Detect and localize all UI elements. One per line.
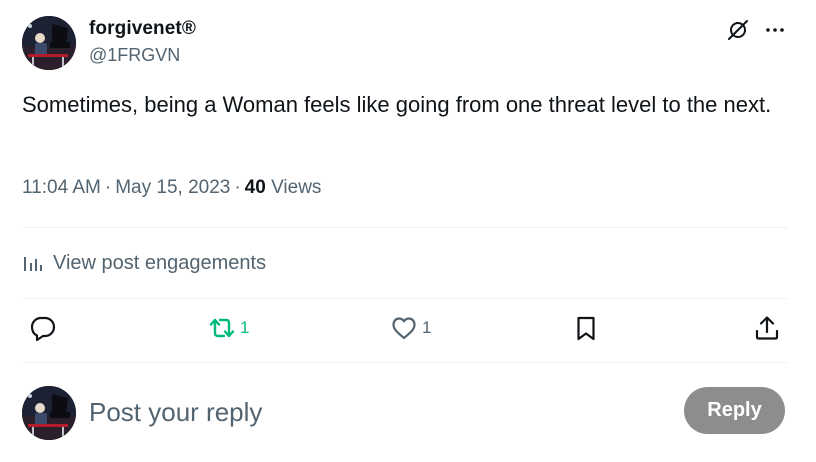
views-count: 40	[244, 177, 266, 198]
reply-button[interactable]	[29, 314, 61, 342]
tweet-metadata: 11:04 AM · May 15, 2023 · 40 Views	[22, 177, 321, 199]
retweet-icon	[209, 318, 235, 338]
divider	[22, 227, 788, 228]
heart-icon	[392, 317, 416, 340]
divider	[22, 362, 788, 363]
reply-input[interactable]	[89, 392, 649, 432]
divider	[22, 298, 788, 299]
meta-separator: ·	[234, 177, 241, 198]
avatar-image	[22, 386, 76, 440]
tweet-text: Sometimes, being a Woman feels like goin…	[22, 92, 772, 117]
view-engagements-link[interactable]: View post engagements	[22, 249, 266, 277]
view-engagements-label: View post engagements	[53, 251, 267, 274]
analytics-icon	[24, 257, 42, 271]
like-count: 1	[422, 318, 432, 337]
reply-icon	[30, 316, 56, 342]
meta-separator: ·	[104, 177, 112, 198]
reply-submit-button[interactable]: Reply	[684, 387, 785, 434]
retweet-count: 1	[240, 318, 250, 337]
avatar-image	[22, 16, 76, 70]
views-label: Views	[271, 177, 322, 198]
retweet-button[interactable]: 1	[208, 314, 249, 342]
like-button[interactable]: 1	[390, 314, 431, 342]
current-user-avatar[interactable]	[22, 386, 76, 440]
share-icon	[755, 316, 779, 340]
tweet-time[interactable]: 11:04 AM	[22, 177, 101, 198]
bookmark-icon	[577, 316, 595, 341]
author-display-name[interactable]: forgivenet®	[89, 18, 196, 40]
share-button[interactable]	[753, 314, 781, 342]
more-options-icon[interactable]	[763, 18, 787, 42]
grok-icon[interactable]	[726, 18, 750, 42]
author-avatar[interactable]	[22, 16, 76, 70]
author-handle[interactable]: @1FRGVN	[89, 45, 180, 66]
bookmark-button[interactable]	[572, 314, 600, 342]
tweet-date[interactable]: May 15, 2023	[115, 177, 230, 198]
